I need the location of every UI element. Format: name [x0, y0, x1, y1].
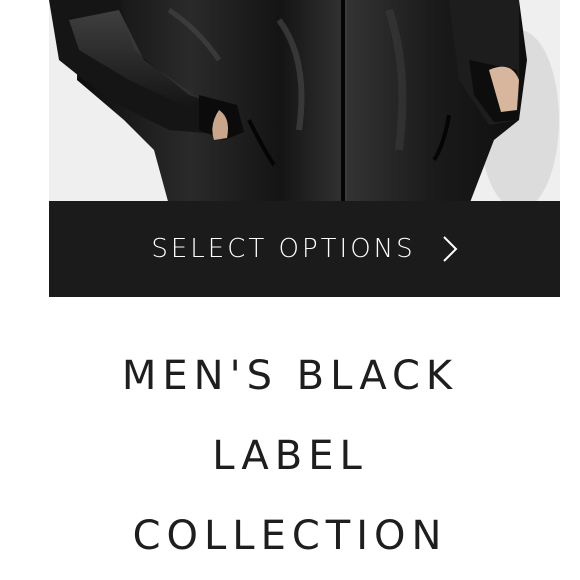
collection-title: MEN'S BLACK LABEL COLLECTION	[0, 336, 580, 576]
chevron-right-icon	[442, 235, 458, 263]
product-image[interactable]	[49, 0, 560, 205]
leather-jacket-illustration	[49, 0, 560, 205]
select-options-label: SELECT OPTIONS	[151, 234, 416, 264]
collection-title-line-3: COLLECTION	[132, 513, 448, 559]
collection-title-line-2: LABEL	[212, 433, 368, 479]
select-options-button[interactable]: SELECT OPTIONS	[49, 201, 560, 297]
collection-title-line-1: MEN'S BLACK	[121, 353, 459, 399]
product-card: SELECT OPTIONS MEN'S BLACK LABEL COLLECT…	[0, 0, 580, 580]
